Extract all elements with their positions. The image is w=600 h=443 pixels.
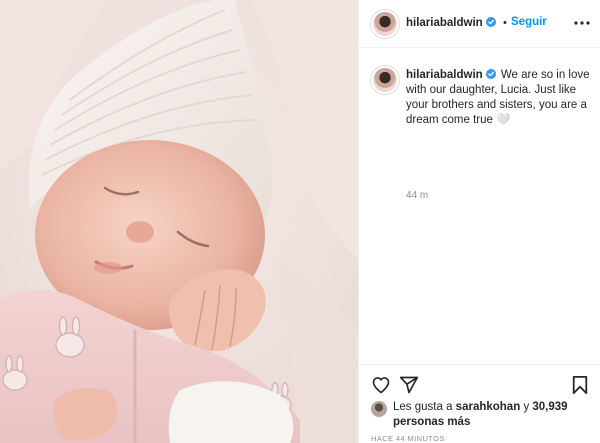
post-photo[interactable]	[0, 0, 358, 443]
author-avatar[interactable]	[371, 10, 399, 38]
post-timestamp[interactable]: HACE 44 MINUTOS	[371, 434, 445, 443]
author-username[interactable]: hilariabaldwin	[406, 17, 496, 29]
liker-username[interactable]: sarahkohan	[456, 401, 521, 413]
verified-badge-icon	[485, 17, 496, 27]
action-bar	[359, 364, 600, 404]
follow-button[interactable]: Seguir	[511, 16, 547, 28]
caption-time-ago[interactable]: 44 m	[406, 190, 428, 201]
white-heart-emoji: 🤍	[496, 114, 511, 126]
likes-joiner: y	[523, 401, 530, 413]
liker-avatar[interactable]	[371, 401, 387, 417]
header-separator: •	[503, 17, 507, 29]
caption-author-username[interactable]: hilariabaldwin	[406, 69, 496, 81]
instagram-post: hilariabaldwin • Seguir hilariabaldwin W…	[0, 0, 600, 443]
heart-icon[interactable]	[371, 375, 391, 395]
bookmark-icon[interactable]	[571, 375, 589, 395]
post-side-panel: hilariabaldwin • Seguir hilariabaldwin W…	[358, 0, 600, 443]
likes-text: Les gusta a sarahkohan y 30,939 personas…	[393, 400, 593, 430]
sleeping-baby-image	[0, 0, 358, 443]
post-caption: hilariabaldwin We are so in love with ou…	[406, 68, 594, 128]
caption-author-username-text[interactable]: hilariabaldwin	[406, 69, 483, 81]
paper-plane-icon[interactable]	[399, 375, 419, 395]
likes-prefix: Les gusta a	[393, 401, 453, 413]
author-username-text[interactable]: hilariabaldwin	[406, 17, 483, 29]
more-options-icon[interactable]	[573, 14, 591, 32]
verified-badge-icon	[485, 69, 496, 79]
caption-author-avatar[interactable]	[371, 66, 399, 94]
post-header: hilariabaldwin • Seguir	[359, 0, 600, 48]
